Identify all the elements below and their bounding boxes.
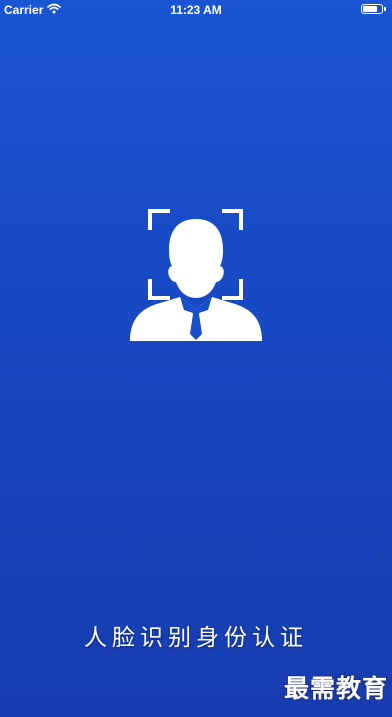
face-recognition-icon bbox=[124, 206, 268, 346]
battery-fill bbox=[363, 6, 377, 12]
page-title: 人脸识别身份认证 bbox=[84, 625, 308, 651]
status-time: 11:23 AM bbox=[170, 3, 222, 17]
battery-icon bbox=[361, 4, 386, 14]
watermark-logo: 最需教育 bbox=[283, 674, 388, 703]
status-bar: Carrier 11:23 AM bbox=[0, 0, 392, 20]
